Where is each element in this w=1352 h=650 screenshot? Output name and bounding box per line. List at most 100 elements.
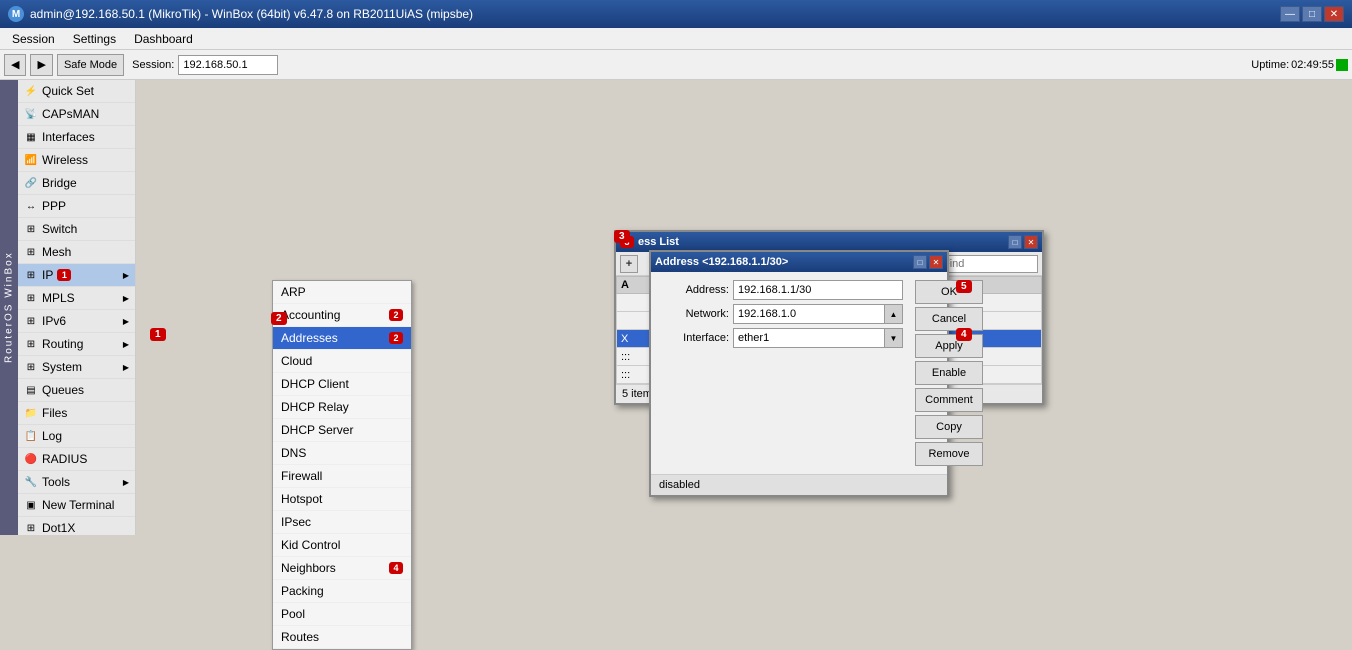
sidebar-item-queues[interactable]: ▤ Queues — [18, 379, 135, 402]
sidebar-item-label: Tools — [42, 475, 70, 489]
sidebar-item-radius[interactable]: 🔴 RADIUS — [18, 448, 135, 471]
session-label: Session: — [132, 59, 174, 71]
maximize-button[interactable]: □ — [1302, 6, 1322, 22]
log-icon: 📋 — [24, 429, 38, 443]
tools-icon: 🔧 — [24, 475, 38, 489]
interface-input[interactable] — [733, 328, 885, 348]
sidebar-item-quick-set[interactable]: ⚡ Quick Set — [18, 80, 135, 103]
back-button[interactable]: ◀ — [4, 54, 26, 76]
menu-dashboard[interactable]: Dashboard — [126, 30, 201, 48]
uptime-display: Uptime: 02:49:55 — [1251, 59, 1348, 71]
safe-mode-button[interactable]: Safe Mode — [57, 54, 124, 76]
sidebar-item-dot1x[interactable]: ⊞ Dot1X — [18, 517, 135, 535]
address-dialog-title: Address <192.168.1.1/30> — [655, 256, 788, 268]
submenu-routes[interactable]: Routes — [273, 626, 411, 649]
dialog-body-row: Address: Network: ▲ Interface: — [651, 272, 947, 474]
submenu-pool[interactable]: Pool — [273, 603, 411, 626]
address-list-minimize[interactable]: □ — [1008, 235, 1022, 249]
ip-submenu: ARP Accounting 2 Addresses 2 Cloud DHCP … — [272, 280, 412, 650]
network-arrow-btn[interactable]: ▲ — [885, 304, 903, 324]
find-input[interactable] — [938, 255, 1038, 273]
cancel-button[interactable]: Cancel — [915, 307, 983, 331]
sidebar-item-ppp[interactable]: ↔ PPP — [18, 195, 135, 218]
address-dialog-minimize[interactable]: □ — [913, 255, 927, 269]
submenu-cloud[interactable]: Cloud — [273, 350, 411, 373]
sidebar-item-interfaces[interactable]: ▦ Interfaces — [18, 126, 135, 149]
address-label: Address: — [659, 284, 729, 296]
minimize-button[interactable]: — — [1280, 6, 1300, 22]
enable-button[interactable]: Enable — [915, 361, 983, 385]
dialog-footer: disabled — [651, 474, 947, 495]
ip-badge: 1 — [57, 269, 71, 281]
sidebar-item-files[interactable]: 📁 Files — [18, 402, 135, 425]
accounting-label: Accounting — [281, 308, 340, 322]
ok-button[interactable]: OK — [915, 280, 983, 304]
menu-settings[interactable]: Settings — [65, 30, 124, 48]
menu-session[interactable]: Session — [4, 30, 63, 48]
sidebar-item-capsman[interactable]: 📡 CAPsMAN — [18, 103, 135, 126]
sidebar-items: ⚡ Quick Set 📡 CAPsMAN ▦ Interfaces 📶 Wir… — [18, 80, 135, 535]
sidebar-item-label: New Terminal — [42, 498, 114, 512]
sidebar-item-system[interactable]: ⊞ System ▶ — [18, 356, 135, 379]
sidebar-item-switch[interactable]: ⊞ Switch — [18, 218, 135, 241]
title-bar-text: admin@192.168.50.1 (MikroTik) - WinBox (… — [30, 7, 473, 21]
sidebar-item-label: MPLS — [42, 291, 75, 305]
address-dialog-close[interactable]: ✕ — [929, 255, 943, 269]
address-list-controls: □ ✕ — [1008, 235, 1038, 249]
submenu-dns[interactable]: DNS — [273, 442, 411, 465]
add-address-button[interactable]: + — [620, 255, 638, 273]
badge-1: 1 — [150, 328, 166, 341]
sidebar-item-wireless[interactable]: 📶 Wireless — [18, 149, 135, 172]
addresses-label: Addresses — [281, 331, 338, 345]
interface-label: Interface: — [659, 332, 729, 344]
neighbors-label: Neighbors — [281, 561, 336, 575]
neighbors-badge: 4 — [389, 562, 403, 574]
submenu-neighbors[interactable]: Neighbors 4 — [273, 557, 411, 580]
files-icon: 📁 — [24, 406, 38, 420]
sidebar-item-new-terminal[interactable]: ▣ New Terminal — [18, 494, 135, 517]
sidebar-item-mesh[interactable]: ⊞ Mesh — [18, 241, 135, 264]
sidebar-item-label: Mesh — [42, 245, 71, 259]
sidebar-item-label: Files — [42, 406, 67, 420]
submenu-dhcp-relay[interactable]: DHCP Relay — [273, 396, 411, 419]
sidebar-item-label: Bridge — [42, 176, 77, 190]
submenu-dhcp-server[interactable]: DHCP Server — [273, 419, 411, 442]
sidebar-item-log[interactable]: 📋 Log — [18, 425, 135, 448]
copy-button[interactable]: Copy — [915, 415, 983, 439]
capsman-icon: 📡 — [24, 107, 38, 121]
ipv6-arrow-icon: ▶ — [123, 317, 129, 326]
sidebar-item-bridge[interactable]: 🔗 Bridge — [18, 172, 135, 195]
mesh-icon: ⊞ — [24, 245, 38, 259]
submenu-ipsec[interactable]: IPsec — [273, 511, 411, 534]
submenu-dhcp-client[interactable]: DHCP Client — [273, 373, 411, 396]
sidebar-item-label: Dot1X — [42, 521, 75, 535]
submenu-hotspot[interactable]: Hotspot — [273, 488, 411, 511]
sidebar-item-ipv6[interactable]: ⊞ IPv6 ▶ — [18, 310, 135, 333]
submenu-kid-control[interactable]: Kid Control — [273, 534, 411, 557]
comment-button[interactable]: Comment — [915, 388, 983, 412]
uptime-value: 02:49:55 — [1291, 59, 1334, 71]
submenu-accounting[interactable]: Accounting 2 — [273, 304, 411, 327]
sidebar-item-routing[interactable]: ⊞ Routing ▶ — [18, 333, 135, 356]
dialog-buttons: OK Cancel Apply Enable Comment Copy Remo… — [911, 272, 987, 474]
remove-button[interactable]: Remove — [915, 442, 983, 466]
address-input[interactable] — [733, 280, 903, 300]
sidebar-item-label: CAPsMAN — [42, 107, 99, 121]
close-button[interactable]: ✕ — [1324, 6, 1344, 22]
submenu-packing[interactable]: Packing — [273, 580, 411, 603]
network-input[interactable] — [733, 304, 885, 324]
sidebar-item-ip[interactable]: ⊞ IP 1 ▶ — [18, 264, 135, 287]
forward-button[interactable]: ▶ — [30, 54, 52, 76]
interface-arrow-btn[interactable]: ▼ — [885, 328, 903, 348]
submenu-arp[interactable]: ARP — [273, 281, 411, 304]
sidebar-item-mpls[interactable]: ⊞ MPLS ▶ — [18, 287, 135, 310]
accounting-badge: 2 — [389, 309, 403, 321]
interface-row: Interface: ▼ — [659, 328, 903, 348]
content-area: ARP Accounting 2 Addresses 2 Cloud DHCP … — [136, 80, 1352, 535]
apply-button[interactable]: Apply — [915, 334, 983, 358]
sidebar-item-tools[interactable]: 🔧 Tools ▶ — [18, 471, 135, 494]
dialog-status: disabled — [659, 479, 700, 491]
submenu-firewall[interactable]: Firewall — [273, 465, 411, 488]
address-list-close[interactable]: ✕ — [1024, 235, 1038, 249]
submenu-addresses[interactable]: Addresses 2 — [273, 327, 411, 350]
